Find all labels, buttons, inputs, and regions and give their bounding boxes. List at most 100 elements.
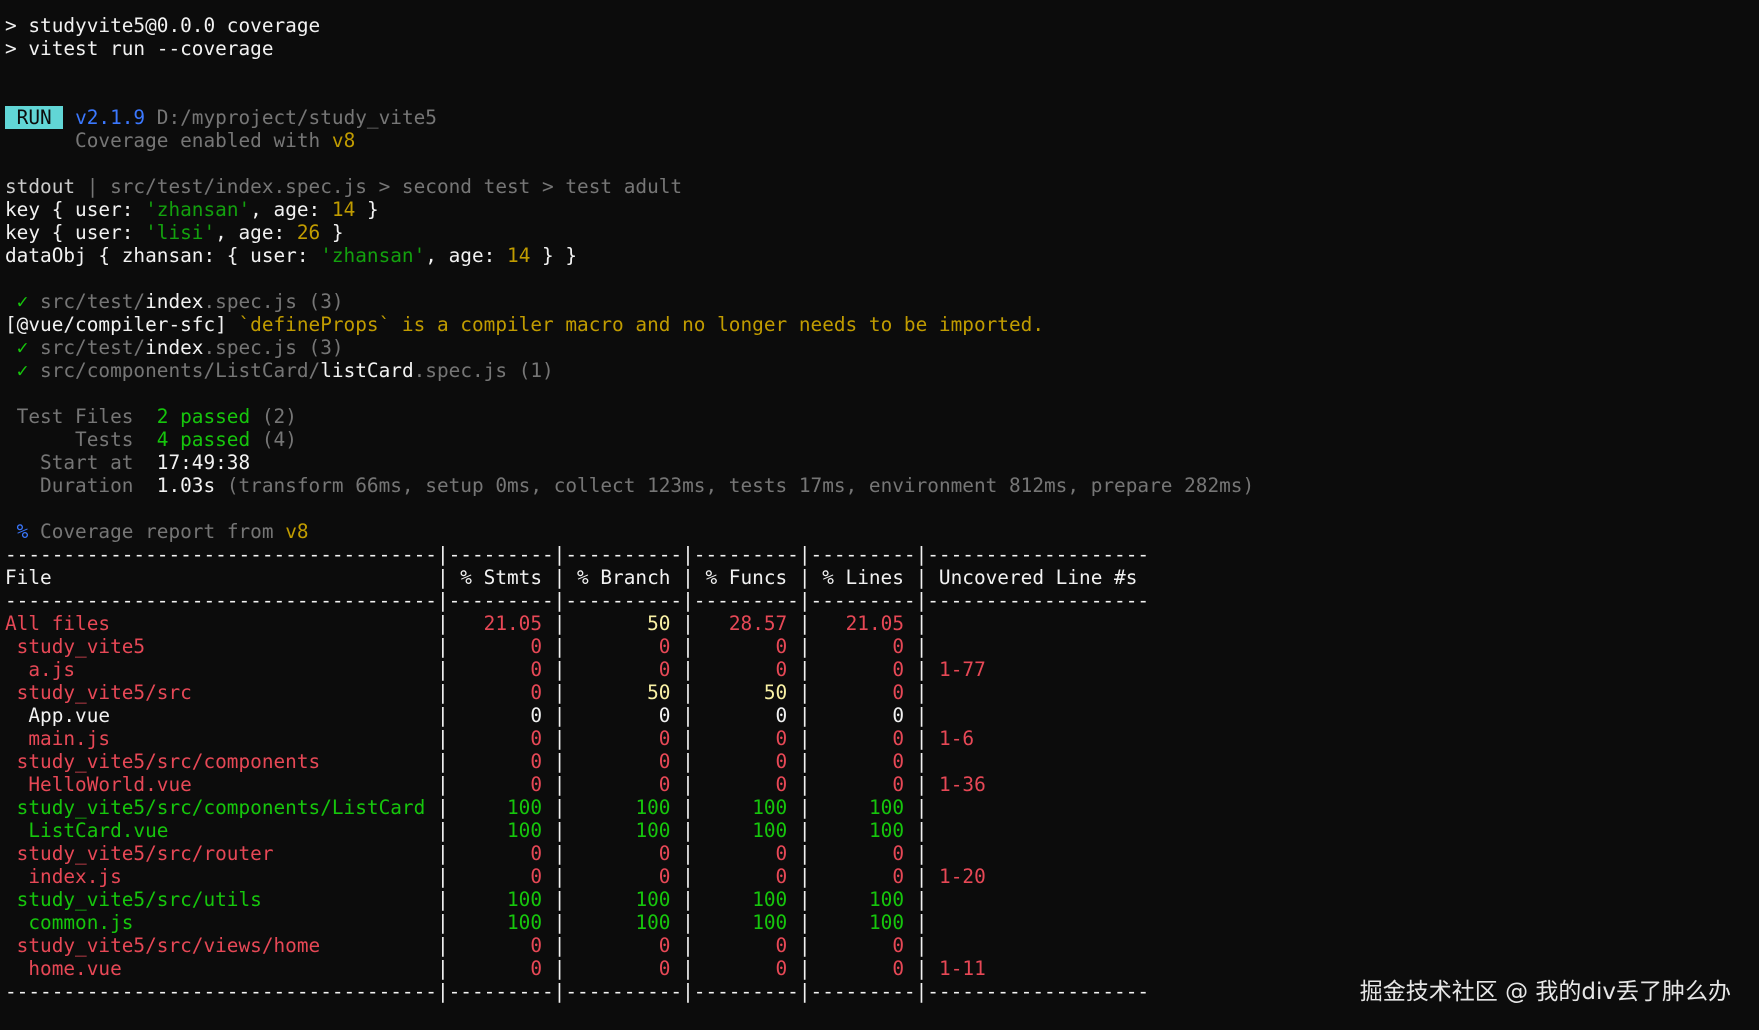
line-segment: |: [904, 773, 940, 796]
line-segment: 50: [577, 612, 671, 635]
line-segment: 100: [577, 819, 671, 842]
line-segment: Coverage enabled with: [5, 129, 332, 152]
terminal-line: a.js | 0 | 0 | 0 | 0 | 1-77: [5, 658, 1745, 681]
line-segment: -------------------------------------|--…: [5, 980, 1150, 1003]
terminal-line: study_vite5/src/components/ListCard | 10…: [5, 796, 1745, 819]
line-segment: 26: [296, 221, 321, 244]
line-segment: |: [904, 612, 940, 635]
terminal-output: > studyvite5@0.0.0 coverage > vitest run …: [5, 14, 1745, 1003]
line-segment: study_vite5/src/components/ListCard: [5, 796, 426, 819]
line-segment: ✓: [5, 359, 29, 382]
line-segment: D:/myproject/study_vite5: [145, 106, 437, 129]
line-segment: 0: [577, 934, 671, 957]
line-segment: |: [425, 635, 461, 658]
line-segment: ✓: [5, 290, 29, 313]
line-segment: .spec.js (3): [203, 290, 344, 313]
terminal-line: Tests 4 passed (4): [5, 428, 1745, 451]
line-segment: |: [670, 888, 706, 911]
line-segment: 1-77: [939, 658, 986, 681]
line-segment: v2.1.9: [75, 106, 146, 129]
line-segment: 0: [705, 727, 788, 750]
line-segment: .spec.js (3): [203, 336, 344, 359]
line-segment: 0: [822, 750, 905, 773]
terminal-line: study_vite5/src/utils | 100 | 100 | 100 …: [5, 888, 1745, 911]
terminal-line: study_vite5/src/components | 0 | 0 | 0 |…: [5, 750, 1745, 773]
line-segment: 0: [822, 842, 905, 865]
line-segment: |: [787, 957, 823, 980]
line-segment: |: [670, 957, 706, 980]
line-segment: |: [542, 819, 578, 842]
line-segment: 100: [705, 796, 788, 819]
line-segment: 14: [507, 244, 531, 267]
line-segment: |: [425, 796, 461, 819]
line-segment: |: [670, 934, 706, 957]
terminal-line: File | % Stmts | % Branch | % Funcs | % …: [5, 566, 1745, 589]
line-segment: 100: [577, 911, 671, 934]
line-segment: 0: [577, 635, 671, 658]
terminal-line: Test Files 2 passed (2): [5, 405, 1745, 428]
line-segment: 21.05: [822, 612, 905, 635]
line-segment: 0: [705, 635, 788, 658]
line-segment: -------------------------------------|--…: [5, 543, 1150, 566]
line-segment: 100: [460, 888, 543, 911]
line-segment: |: [425, 865, 461, 888]
line-segment: %: [5, 520, 29, 543]
line-segment: 1-20: [939, 865, 986, 888]
line-segment: 2 passed: [156, 405, 251, 428]
line-segment: 50: [577, 681, 671, 704]
line-segment: 0: [460, 635, 543, 658]
line-segment: (4): [250, 428, 297, 451]
line-segment: 0: [822, 658, 905, 681]
line-segment: 0: [460, 865, 543, 888]
line-segment: |: [904, 957, 940, 980]
terminal-line: RUN v2.1.9 D:/myproject/study_vite5: [5, 106, 1745, 129]
line-segment: |: [904, 819, 940, 842]
line-segment: 0: [705, 704, 788, 727]
line-segment: home.vue: [5, 957, 426, 980]
line-segment: src/components/ListCard/: [28, 359, 321, 382]
line-segment: |: [670, 796, 706, 819]
terminal-line: ListCard.vue | 100 | 100 | 100 | 100 |: [5, 819, 1745, 842]
line-segment: (2): [250, 405, 297, 428]
line-segment: ListCard.vue: [5, 819, 426, 842]
line-segment: 28.57: [705, 612, 788, 635]
line-segment: index: [145, 290, 204, 313]
line-segment: 0: [822, 681, 905, 704]
line-segment: |: [670, 612, 706, 635]
line-segment: |: [904, 750, 940, 773]
terminal-line: stdout | src/test/index.spec.js > second…: [5, 175, 1745, 198]
line-segment: dataObj { zhansan: { user:: [5, 244, 321, 267]
line-segment: 0: [577, 865, 671, 888]
terminal-line: common.js | 100 | 100 | 100 | 100 |: [5, 911, 1745, 934]
line-segment: |: [425, 888, 461, 911]
line-segment: |: [670, 750, 706, 773]
line-segment: 0: [460, 934, 543, 957]
line-segment: |: [542, 750, 578, 773]
line-segment: > vitest run --coverage: [5, 37, 274, 60]
line-segment: 100: [822, 888, 905, 911]
line-segment: 100: [460, 911, 543, 934]
line-segment: Coverage report from: [28, 520, 286, 543]
terminal-line: % Coverage report from v8: [5, 520, 1745, 543]
line-segment: study_vite5/src/utils: [5, 888, 426, 911]
line-segment: v8: [331, 129, 356, 152]
line-segment: |: [787, 842, 823, 865]
line-segment: |: [425, 957, 461, 980]
watermark: 掘金技术社区 @ 我的div丢了肿么办: [1359, 979, 1731, 1005]
terminal-line: Duration 1.03s (transform 66ms, setup 0m…: [5, 474, 1745, 497]
line-segment: |: [787, 865, 823, 888]
line-segment: 0: [577, 727, 671, 750]
line-segment: |: [425, 704, 461, 727]
line-segment: 100: [460, 819, 543, 842]
line-segment: 0: [460, 681, 543, 704]
line-segment: key { user:: [5, 221, 146, 244]
line-segment: 100: [577, 796, 671, 819]
line-segment: |: [670, 681, 706, 704]
line-segment: 'zhansan': [145, 198, 251, 221]
line-segment: |: [542, 911, 578, 934]
line-segment: |: [787, 635, 823, 658]
